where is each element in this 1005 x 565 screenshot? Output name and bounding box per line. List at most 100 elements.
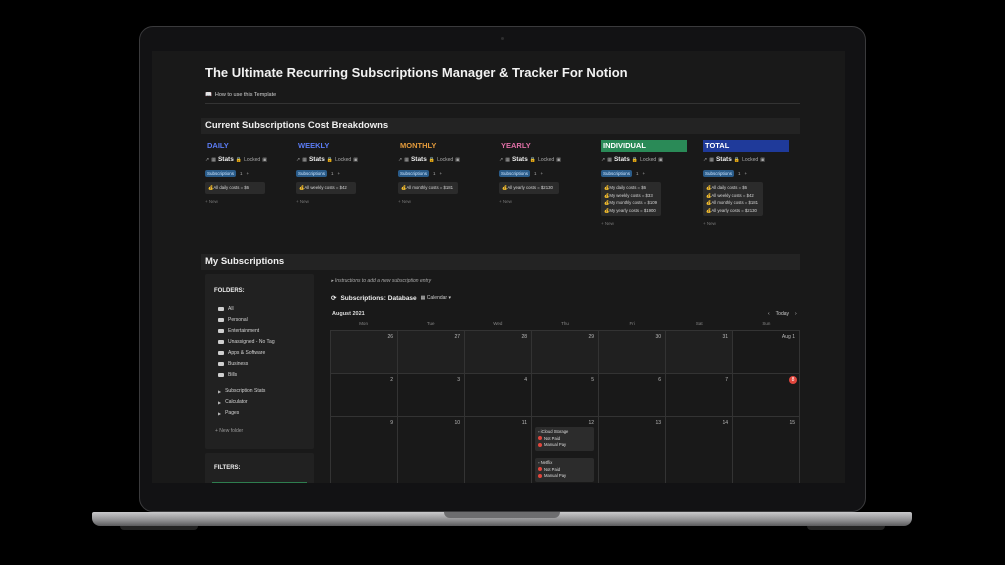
laptop-foot-left	[120, 526, 198, 530]
stat-text: My monthly costs = $109	[609, 200, 658, 205]
stats-card[interactable]: 💰My daily costs = $6 💰My weekly costs = $…	[601, 182, 661, 216]
grid-icon[interactable]: ▣	[556, 157, 561, 163]
new-card-button[interactable]: + New	[499, 199, 585, 204]
stats-card[interactable]: 💰All monthly costs = $181	[398, 182, 458, 194]
subscriptions-tab[interactable]: Subscriptions	[296, 170, 328, 177]
calendar-day-cell[interactable]: 13	[599, 417, 666, 483]
subscriptions-tab[interactable]: Subscriptions	[398, 170, 430, 177]
day-number: 30	[655, 334, 661, 340]
calendar-day-cell[interactable]: 11	[465, 417, 532, 483]
folder-item[interactable]: Apps & Software	[218, 350, 265, 356]
folder-item[interactable]: Unassigned - No Tag	[218, 339, 275, 345]
event-name: iCloud Storage	[540, 429, 569, 434]
stats-label[interactable]: Stats	[218, 156, 234, 163]
calendar-day-cell[interactable]: 9	[331, 417, 398, 483]
stats-label[interactable]: Stats	[309, 156, 325, 163]
calendar-view-selector[interactable]: ▦ Calendar ▾	[421, 295, 451, 301]
add-icon[interactable]: +	[338, 171, 341, 176]
calendar-day-cell[interactable]: 7	[666, 374, 733, 417]
calendar-day-cell[interactable]: Aug 1	[733, 331, 800, 374]
calendar-day-cell[interactable]: 30	[599, 331, 666, 374]
stats-card[interactable]: 💰All daily costs = $6	[205, 182, 265, 194]
stats-label[interactable]: Stats	[716, 156, 732, 163]
stats-card[interactable]: 💰All yearly costs = $2130	[499, 182, 559, 194]
calendar-day-cell[interactable]: 2	[331, 374, 398, 417]
next-month-icon[interactable]: ›	[795, 311, 797, 317]
toggle-item[interactable]: ▶ Subscription Stats	[218, 388, 265, 394]
calendar-day-cell[interactable]: 10	[398, 417, 465, 483]
grid-icon[interactable]: ▣	[658, 157, 663, 163]
stat-line: 💰All monthly costs = $181	[706, 199, 760, 207]
folder-item[interactable]: Bills	[218, 372, 237, 378]
stats-label[interactable]: Stats	[512, 156, 528, 163]
howto-link[interactable]: 📖 How to use this Template	[205, 92, 276, 98]
calendar-day-cell[interactable]: 27	[398, 331, 465, 374]
calendar-day-cell[interactable]: 12 ▫ iCloud Storage Not Paid Manual Pay ▫ Ne…	[532, 417, 599, 483]
today-button[interactable]: Today	[776, 311, 789, 317]
calendar-event[interactable]: ▫ Netflix Not Paid Manual Pay	[535, 458, 594, 482]
filters-panel: FILTERS:	[205, 453, 314, 483]
stat-text: All yearly costs = $2130	[711, 207, 757, 213]
grid-icon[interactable]: ▣	[455, 157, 460, 163]
new-card-button[interactable]: + New	[205, 199, 291, 204]
calendar-day-cell[interactable]: 6	[599, 374, 666, 417]
calendar-event[interactable]: ▫ iCloud Storage Not Paid Manual Pay	[535, 427, 594, 451]
column-title: INDIVIDUAL	[601, 140, 687, 152]
calendar-day-cell[interactable]: 29	[532, 331, 599, 374]
folder-item[interactable]: Business	[218, 361, 248, 367]
folder-item[interactable]: Personal	[218, 317, 248, 323]
toggle-item[interactable]: ▶ Pages	[218, 410, 239, 416]
new-card-button[interactable]: + New	[398, 199, 484, 204]
tab-count: 1	[240, 171, 243, 176]
day-number: 4	[524, 377, 527, 383]
link-arrow-icon[interactable]: ↗	[398, 157, 402, 163]
calendar-day-cell[interactable]: 8	[733, 374, 800, 417]
calendar-day-cell[interactable]: 28	[465, 331, 532, 374]
link-arrow-icon[interactable]: ↗	[205, 157, 209, 163]
link-arrow-icon[interactable]: ↗	[499, 157, 503, 163]
folder-icon	[218, 340, 224, 344]
calendar-day-cell[interactable]: 3	[398, 374, 465, 417]
subscriptions-tab[interactable]: Subscriptions	[601, 170, 633, 177]
new-card-button[interactable]: + New	[601, 221, 687, 226]
stats-card[interactable]: 💰All daily costs = $6 💰All weekly costs =…	[703, 182, 763, 216]
add-icon[interactable]: +	[541, 171, 544, 176]
calendar-day-cell[interactable]: 31	[666, 331, 733, 374]
toggle-item[interactable]: ▶ Calculator	[218, 399, 248, 405]
add-icon[interactable]: +	[247, 171, 250, 176]
stats-card[interactable]: 💰All weekly costs = $42	[296, 182, 356, 194]
grid-icon[interactable]: ▣	[353, 157, 358, 163]
calendar-day-cell[interactable]: 26	[331, 331, 398, 374]
subscriptions-tab[interactable]: Subscriptions	[499, 170, 531, 177]
grid-icon[interactable]: ▣	[262, 157, 267, 163]
link-arrow-icon[interactable]: ↗	[601, 157, 605, 163]
stats-label[interactable]: Stats	[614, 156, 630, 163]
folder-item[interactable]: Entertainment	[218, 328, 259, 334]
new-card-button[interactable]: + New	[296, 199, 382, 204]
calendar-day-cell[interactable]: 14	[666, 417, 733, 483]
stat-line: 💰All yearly costs = $2130	[706, 207, 760, 215]
instructions-toggle[interactable]: ▸ Instructions to add a new subscription…	[331, 278, 431, 284]
grid-icon[interactable]: ▣	[760, 157, 765, 163]
add-icon[interactable]: +	[745, 171, 748, 176]
stat-line: 💰All weekly costs = $42	[299, 184, 353, 192]
event-method: Manual Pay	[538, 473, 591, 480]
day-number: 31	[722, 334, 728, 340]
calendar-day-cell[interactable]: 4	[465, 374, 532, 417]
link-arrow-icon[interactable]: ↗	[296, 157, 300, 163]
stat-text: All daily costs = $6	[711, 185, 748, 190]
subscriptions-tab[interactable]: Subscriptions	[703, 170, 735, 177]
new-folder-button[interactable]: + New folder	[215, 428, 243, 434]
method-dot-icon	[538, 442, 542, 447]
link-arrow-icon[interactable]: ↗	[703, 157, 707, 163]
folder-item[interactable]: All	[218, 306, 234, 312]
prev-month-icon[interactable]: ‹	[768, 311, 770, 317]
add-icon[interactable]: +	[440, 171, 443, 176]
folder-label: Unassigned - No Tag	[228, 339, 275, 345]
new-card-button[interactable]: + New	[703, 221, 789, 226]
calendar-day-cell[interactable]: 15	[733, 417, 800, 483]
subscriptions-tab[interactable]: Subscriptions	[205, 170, 237, 177]
add-icon[interactable]: +	[643, 171, 646, 176]
calendar-day-cell[interactable]: 5	[532, 374, 599, 417]
stats-label[interactable]: Stats	[411, 156, 427, 163]
